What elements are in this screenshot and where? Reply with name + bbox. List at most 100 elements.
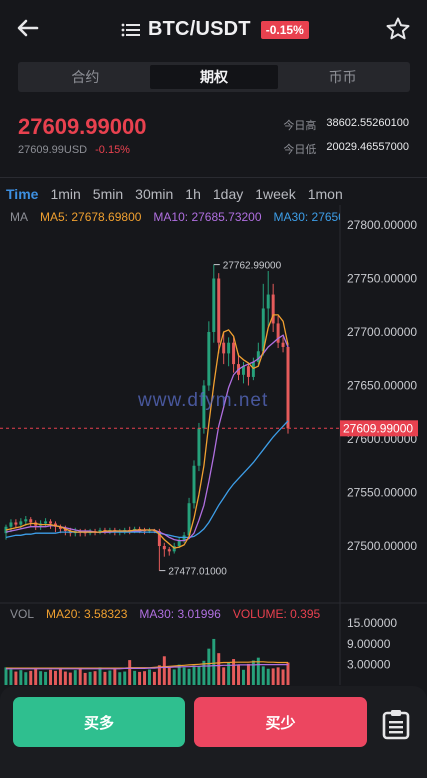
volume-bar	[232, 659, 236, 685]
pair-title: BTC/USDT	[148, 18, 251, 40]
interval-1week[interactable]: 1week	[249, 186, 301, 202]
volume-bar	[167, 667, 171, 685]
candle-body	[167, 549, 171, 552]
volume-bar	[53, 670, 57, 685]
volume-bar	[192, 665, 196, 685]
volume-bar	[29, 670, 33, 685]
volume-bar	[68, 672, 72, 685]
favorite-star-icon[interactable]	[385, 16, 411, 42]
volume-bar	[118, 672, 122, 685]
day-high-value: 38602.55260100	[326, 117, 409, 129]
min-price-annotation: 27477.01000	[168, 567, 227, 578]
volume-bar	[44, 671, 48, 685]
volume-bar	[222, 667, 226, 685]
volume-bar	[133, 670, 137, 685]
ma30-value: MA30: 27650.00000	[273, 210, 340, 224]
volume-bar	[39, 671, 43, 685]
back-arrow-icon[interactable]	[14, 14, 42, 42]
list-icon	[121, 23, 140, 36]
candle-body	[212, 278, 216, 332]
usd-price: 27609.99USD	[18, 144, 88, 156]
price-subline: 27609.99USD -0.15%	[18, 144, 130, 156]
candle-body	[44, 521, 48, 524]
candle-body	[217, 278, 221, 343]
volume-bar	[237, 665, 241, 685]
y-axis-tick-label: 27650.00000	[347, 379, 417, 393]
interval-time[interactable]: Time	[0, 186, 44, 202]
volume-bar	[261, 666, 265, 685]
candle-body	[207, 332, 211, 386]
day-high-row: 今日高 38602.55260100	[283, 117, 409, 133]
candle-body	[246, 366, 250, 377]
candle-body	[232, 342, 236, 365]
candle-body	[281, 342, 285, 347]
day-low-value: 20029.46557000	[326, 141, 409, 153]
volume-bar	[281, 669, 285, 685]
volume-bar	[9, 669, 13, 685]
volume-bar	[58, 667, 62, 685]
volume-bar	[143, 671, 147, 685]
volume-bar	[177, 664, 181, 685]
y-axis-tick-label: 27550.00000	[347, 486, 417, 500]
y-axis-tick-label: 27500.00000	[347, 539, 417, 553]
volume-bar	[152, 671, 156, 685]
ma5-value: MA5: 27678.69800	[40, 210, 142, 224]
candle-body	[162, 546, 166, 550]
day-low-row: 今日低 20029.46557000	[283, 141, 409, 157]
tab-spot[interactable]: 币币	[278, 65, 407, 89]
day-high-label: 今日高	[283, 120, 317, 132]
vol-label: VOL	[10, 607, 35, 621]
buy-short-button[interactable]: 买少	[194, 697, 367, 747]
interval-1min[interactable]: 1min	[44, 186, 86, 202]
candle-body	[227, 342, 231, 354]
candle-body	[266, 294, 270, 309]
candle-body	[19, 521, 23, 525]
interval-tabs: Time 1min 5min 30min 1h 1day 1week 1mon	[0, 183, 427, 205]
volume-bar	[19, 670, 23, 685]
watermark-text: www.dfym.net	[138, 390, 269, 411]
volume-bar	[286, 662, 290, 685]
max-price-annotation: 27762.99000	[223, 261, 282, 272]
vol-ma30-value: MA30: 3.01996	[139, 607, 221, 621]
orders-clipboard-icon[interactable]	[381, 708, 411, 740]
tab-contract[interactable]: 合约	[21, 65, 150, 89]
day-low-label: 今日低	[283, 144, 317, 156]
volume-bar	[4, 667, 8, 685]
vol-axis-tick-label: 9.00000	[347, 637, 391, 651]
vol-legend: VOL MA20: 3.58323 MA30: 3.01996 VOLUME: …	[10, 607, 340, 621]
candle-body	[177, 540, 181, 546]
volume-bar	[88, 671, 92, 685]
volume-bar	[162, 656, 166, 685]
tab-options[interactable]: 期权	[149, 65, 279, 89]
volume-bar	[217, 653, 221, 685]
volume-bar	[93, 671, 97, 685]
volume-bar	[182, 667, 186, 685]
interval-1day[interactable]: 1day	[207, 186, 249, 202]
pair-selector[interactable]: BTC/USDT -0.15%	[120, 18, 309, 41]
price-change: -0.15%	[95, 144, 130, 156]
interval-1mon[interactable]: 1mon	[302, 186, 349, 202]
candle-body	[192, 465, 196, 504]
last-price: 27609.99000	[18, 114, 147, 139]
candle-body	[286, 346, 290, 429]
y-axis-tick-label: 27750.00000	[347, 272, 417, 286]
vol-axis-tick-label: 15.00000	[347, 616, 397, 630]
volume-bar	[98, 667, 102, 685]
volume-bar	[49, 669, 53, 685]
action-bar: 买多 买少	[0, 686, 427, 778]
interval-5min[interactable]: 5min	[87, 186, 129, 202]
candle-body	[197, 428, 201, 466]
volume-bar	[73, 670, 77, 685]
candle-body	[256, 351, 260, 362]
buy-long-button[interactable]: 买多	[13, 697, 185, 747]
volume-bar	[207, 648, 211, 685]
ma10-value: MA10: 27685.73200	[153, 210, 262, 224]
change-badge: -0.15%	[260, 20, 309, 39]
interval-1h[interactable]: 1h	[179, 186, 207, 202]
volume-value: VOLUME: 0.395	[232, 607, 321, 621]
volume-bar	[108, 670, 112, 685]
interval-30min[interactable]: 30min	[129, 186, 179, 202]
candle-body	[9, 522, 13, 527]
volume-bar	[197, 666, 201, 685]
volume-bar	[83, 672, 87, 685]
